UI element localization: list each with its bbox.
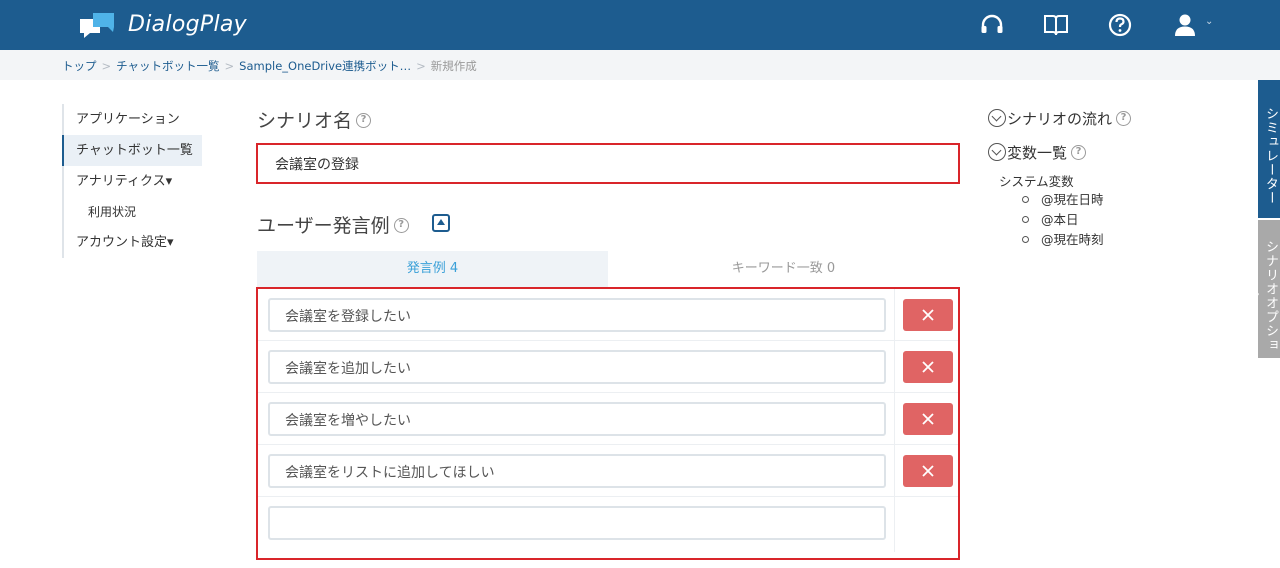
user-examples-label: ユーザー発言例 xyxy=(257,215,390,237)
scenario-flow-label: シナリオの流れ xyxy=(1007,110,1113,128)
list-item: @現在時刻 xyxy=(1022,231,1104,251)
delete-button[interactable] xyxy=(903,299,953,331)
example-input[interactable]: 会議室を増やしたい xyxy=(268,402,886,436)
simulator-tab[interactable]: シミュレーター xyxy=(1258,80,1280,218)
sidebar-item-usage[interactable]: 利用状況 xyxy=(62,197,202,227)
list-item: @現在日時 xyxy=(1022,191,1104,211)
delete-button[interactable] xyxy=(903,403,953,435)
breadcrumb-bar: トップ > チャットボット一覧 > Sample_OneDrive連携ボット… > 新規作成 xyxy=(0,50,1280,80)
example-input[interactable]: 会議室をリストに追加してほしい xyxy=(268,454,886,488)
system-variables-label: システム変数 xyxy=(999,174,1074,189)
help-icon[interactable]: ? xyxy=(1071,145,1087,160)
delete-button[interactable] xyxy=(903,351,953,383)
close-icon xyxy=(922,309,934,321)
help-icon[interactable] xyxy=(1107,12,1133,38)
list-item xyxy=(258,497,958,552)
breadcrumb-current: 新規作成 xyxy=(430,59,477,73)
breadcrumb-chatbot-list[interactable]: チャットボット一覧 xyxy=(116,59,219,73)
scenario-options-tab[interactable]: シナリオオプション xyxy=(1244,220,1280,358)
collapse-toggle-icon[interactable] xyxy=(432,214,450,232)
user-icon[interactable] xyxy=(1172,12,1198,38)
tab-examples[interactable]: 発言例 4 xyxy=(257,251,608,287)
scenario-name-label: シナリオ名 xyxy=(257,110,353,132)
variables-label: 変数一覧 xyxy=(1007,144,1068,162)
breadcrumb-top[interactable]: トップ xyxy=(62,59,97,73)
scenario-name-field[interactable]: 会議室の登録 xyxy=(256,143,960,184)
list-item: 会議室をリストに追加してほしい xyxy=(258,445,958,497)
breadcrumb-bot[interactable]: Sample_OneDrive連携ボット… xyxy=(239,59,411,73)
sidebar: アプリケーション チャットボット一覧 アナリティクス▾ 利用状況 アカウント設定… xyxy=(62,104,202,258)
tab-keyword-match[interactable]: キーワード一致 0 xyxy=(608,251,959,287)
scenario-name-heading: シナリオ名? xyxy=(257,106,372,133)
headset-icon[interactable] xyxy=(979,12,1005,38)
chevron-down-icon xyxy=(988,142,1006,161)
help-icon[interactable]: ? xyxy=(1116,111,1132,126)
sidebar-item-analytics[interactable]: アナリティクス▾ xyxy=(62,166,202,197)
system-variables-list: @現在日時 @本日 @現在時刻 xyxy=(1022,191,1104,251)
close-icon xyxy=(922,361,934,373)
scenario-flow-toggle[interactable]: シナリオの流れ? xyxy=(988,108,1132,129)
list-item: 会議室を増やしたい xyxy=(258,393,958,445)
close-icon xyxy=(922,413,934,425)
new-example-input[interactable] xyxy=(268,506,886,540)
delete-button[interactable] xyxy=(903,455,953,487)
user-examples-heading: ユーザー発言例? xyxy=(257,211,409,238)
variables-toggle[interactable]: 変数一覧? xyxy=(988,142,1087,163)
close-icon xyxy=(922,465,934,477)
sidebar-item-chatbot-list[interactable]: チャットボット一覧 xyxy=(62,135,202,166)
list-item: 会議室を追加したい xyxy=(258,341,958,393)
help-icon[interactable]: ? xyxy=(393,218,409,233)
list-item: 会議室を登録したい xyxy=(258,289,958,341)
logo-icon xyxy=(80,13,114,38)
list-item: @本日 xyxy=(1022,211,1104,231)
sidebar-item-account-settings[interactable]: アカウント設定▾ xyxy=(62,227,202,258)
example-input[interactable]: 会議室を登録したい xyxy=(268,298,886,332)
examples-list: 会議室を登録したい 会議室を追加したい 会議室を増やしたい 会議室をリストに追加… xyxy=(256,287,960,560)
chevron-down-icon[interactable]: ⌄ xyxy=(1205,16,1213,27)
breadcrumb: トップ > チャットボット一覧 > Sample_OneDrive連携ボット… > 新規作成 xyxy=(62,59,477,73)
book-icon[interactable] xyxy=(1043,12,1069,38)
app-title: DialogPlay xyxy=(128,12,247,37)
top-header: DialogPlay ⌄ xyxy=(0,0,1280,50)
sidebar-item-applications[interactable]: アプリケーション xyxy=(62,104,202,135)
example-input[interactable]: 会議室を追加したい xyxy=(268,350,886,384)
help-icon[interactable]: ? xyxy=(356,113,372,128)
chevron-down-icon xyxy=(988,108,1006,127)
